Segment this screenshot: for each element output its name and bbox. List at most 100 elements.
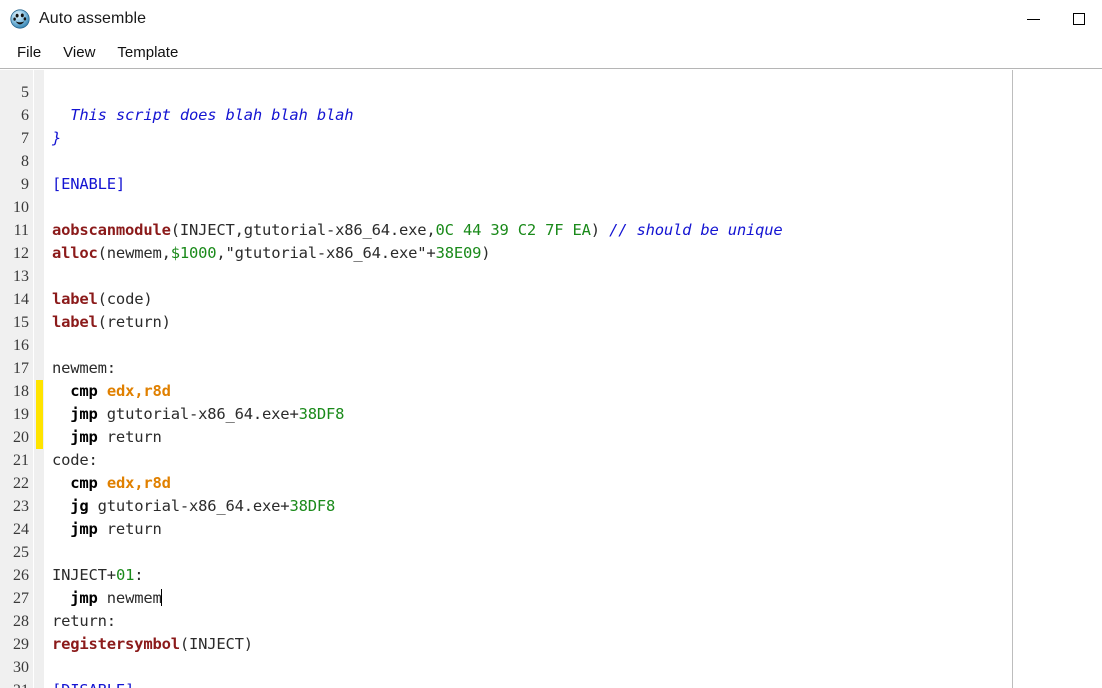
- code-token: cmp: [70, 382, 98, 400]
- code-token: jmp: [70, 589, 98, 607]
- line-number: 15: [13, 314, 29, 331]
- line-number: 24: [13, 521, 29, 538]
- code-token: cmp: [70, 474, 98, 492]
- code-token: INJECT+: [52, 566, 116, 584]
- code-token: aobscanmodule: [52, 221, 171, 239]
- code-line[interactable]: This script does blah blah blah: [52, 104, 353, 127]
- code-token: [DISABLE]: [52, 681, 134, 688]
- code-line[interactable]: cmp edx,r8d: [52, 472, 171, 495]
- code-line[interactable]: registersymbol(INJECT): [52, 633, 253, 656]
- code-token: }: [52, 129, 62, 147]
- code-token: return: [97, 428, 162, 446]
- minimize-button[interactable]: [1010, 0, 1056, 38]
- line-number: 18: [13, 383, 29, 400]
- code-line[interactable]: alloc(newmem,$1000,"gtutorial-x86_64.exe…: [52, 242, 491, 265]
- code-token: (code): [97, 290, 153, 308]
- line-number: 21: [13, 452, 29, 469]
- code-token: (return): [97, 313, 171, 331]
- code-line[interactable]: INJECT+01:: [52, 564, 144, 587]
- code-token: label: [52, 313, 98, 331]
- code-token: [ENABLE]: [52, 175, 126, 193]
- line-number: 16: [13, 337, 29, 354]
- code-token: edx,r8d: [106, 474, 171, 492]
- line-number: 14: [13, 291, 29, 308]
- maximize-button[interactable]: [1056, 0, 1102, 38]
- code-line[interactable]: [ENABLE]: [52, 173, 125, 196]
- line-number: 28: [13, 613, 29, 630]
- code-line[interactable]: code:: [52, 449, 98, 472]
- code-token: $1000: [170, 244, 217, 262]
- line-number: 22: [13, 475, 29, 492]
- line-number: 25: [13, 544, 29, 561]
- code-token: jmp: [70, 405, 98, 423]
- code-line[interactable]: jmp gtutorial-x86_64.exe+38DF8: [52, 403, 344, 426]
- code-token: :: [134, 566, 144, 584]
- code-line[interactable]: return:: [52, 610, 116, 633]
- code-token: code:: [52, 451, 98, 469]
- code-line[interactable]: [DISABLE]: [52, 679, 134, 688]
- code-token: (newmem,: [97, 244, 171, 262]
- code-token: jmp: [70, 520, 98, 538]
- menu-item-file[interactable]: File: [7, 42, 51, 64]
- code-token: edx,r8d: [106, 382, 171, 400]
- code-line[interactable]: jmp return: [52, 426, 162, 449]
- line-number: 23: [13, 498, 29, 515]
- maximize-icon: [1073, 13, 1085, 25]
- code-line[interactable]: }: [52, 127, 61, 150]
- auto-assemble-editor[interactable]: 5 6 7 8 9 10 11 12 13 14 15 16 17 18 19 20 21 22 23 24 25 26 2…: [0, 70, 1102, 688]
- line-number: 29: [13, 636, 29, 653]
- code-token: gtutorial-x86_64.exe+: [97, 405, 299, 423]
- code-token: return: [97, 520, 162, 538]
- code-token: newmem:: [52, 359, 116, 377]
- line-number: 30: [13, 659, 29, 676]
- line-number-gutter: 5 6 7 8 9 10 11 12 13 14 15 16 17 18 19 20 21 22 23 24 25 26 2…: [0, 70, 33, 688]
- code-line[interactable]: cmp edx,r8d: [52, 380, 171, 403]
- line-number: 31: [0, 679, 29, 688]
- code-token: newmem: [97, 589, 162, 607]
- cheat-engine-logo-icon: [10, 9, 30, 29]
- line-number: 19: [13, 406, 29, 423]
- line-number: 26: [13, 567, 29, 584]
- modification-marker-strip: [34, 70, 44, 688]
- line-number: 7: [21, 130, 29, 147]
- menu-item-template[interactable]: Template: [107, 42, 188, 64]
- code-token: ,"gtutorial-x86_64.exe"+: [216, 244, 436, 262]
- modified-line-marker: [36, 403, 43, 426]
- code-token: gtutorial-x86_64.exe+: [88, 497, 290, 515]
- code-text-area[interactable]: This script does blah blah blah} [ENABLE]…: [44, 70, 1012, 688]
- line-number: 11: [13, 222, 29, 239]
- modified-line-marker: [36, 380, 43, 403]
- code-token: registersymbol: [52, 635, 180, 653]
- line-number: 27: [13, 590, 29, 607]
- code-token: 38E09: [435, 244, 482, 262]
- code-line[interactable]: label(code): [52, 288, 153, 311]
- line-number: 10: [13, 199, 29, 216]
- code-token: label: [52, 290, 98, 308]
- code-line[interactable]: jmp return: [52, 518, 162, 541]
- code-token: This script does blah blah blah: [52, 106, 354, 124]
- editor-right-margin: [1013, 70, 1102, 688]
- code-token: 01: [115, 566, 135, 584]
- menu-item-view[interactable]: View: [53, 42, 105, 64]
- line-number: 8: [21, 153, 29, 170]
- code-token: (INJECT): [179, 635, 253, 653]
- line-number: 6: [21, 107, 29, 124]
- code-line[interactable]: newmem:: [52, 357, 116, 380]
- code-line[interactable]: jmp newmem: [52, 587, 163, 610]
- code-token: alloc: [52, 244, 98, 262]
- minimize-icon: [1026, 18, 1040, 20]
- menu-bar: File View Template: [0, 38, 1102, 69]
- window-controls: [1010, 0, 1102, 38]
- code-line[interactable]: label(return): [52, 311, 171, 334]
- code-line[interactable]: aobscanmodule(INJECT,gtutorial-x86_64.ex…: [52, 219, 783, 242]
- code-line[interactable]: jg gtutorial-x86_64.exe+38DF8: [52, 495, 335, 518]
